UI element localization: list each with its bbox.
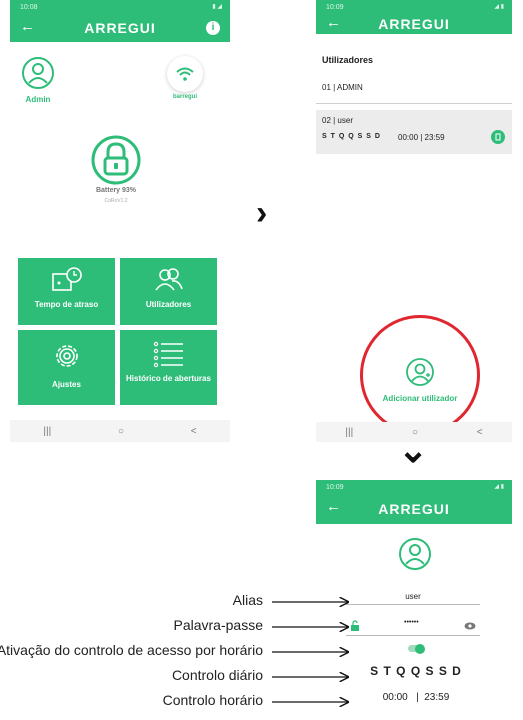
eye-icon[interactable] [464,622,476,630]
timer-icon [52,267,82,291]
users-section-title: Utilizadores [322,55,374,65]
battery-text: Battery 93% [95,187,137,194]
flow-arrow-down: ⌄ [398,429,429,470]
annotation-password: Palavra-passe [173,617,264,633]
tile-users[interactable]: Utilizadores [120,258,217,325]
admin-label: Admin [25,95,51,104]
tile-settings-label: Ajustes [52,380,81,389]
row-divider [316,103,512,104]
back-button[interactable]: < [477,427,483,438]
add-user-label: Adicionar utilizador [382,394,458,403]
add-user-button[interactable]: Adicionar utilizador [368,357,472,403]
lock-open-icon [351,620,359,631]
info-icon[interactable]: i [206,21,220,35]
brand-logo: ARREGUI [378,16,450,32]
back-button[interactable]: < [191,426,197,437]
hours-selector[interactable]: 00:00 | 23:59 [336,692,496,703]
schedule-toggle[interactable] [408,643,425,654]
days-selector[interactable]: S T Q Q S S D [336,664,496,678]
status-time: 10:09 [326,3,344,11]
user-row-label: 01 | ADMIN [322,83,363,92]
alias-field[interactable]: user [346,586,480,605]
firmware-text: CoRoV1.2 [104,198,128,204]
password-field[interactable]: •••••• [346,617,480,636]
status-time: 10:08 [20,3,38,11]
user-row-user[interactable]: 02 | user S T Q Q S S D 00:00 | 23:59 [316,110,512,154]
status-bar: 10:09 ◢ ▮ [316,480,512,494]
lock-icon [91,135,141,185]
back-arrow-icon[interactable]: ← [326,14,341,31]
tile-delay-label: Tempo de atraso [34,300,99,309]
status-bar: 10:08 ▮ ◢ [10,0,230,14]
annotation-schedule-activation: Ativação do controlo de acesso por horár… [0,642,263,658]
brand-logo: ARREGUI [84,20,156,36]
users-icon [155,268,183,291]
android-nav-bar: ||| ○ < [10,420,230,442]
screen-users: 10:09 ◢ ▮ ← ARREGUI Utilizadores 01 | AD… [316,0,512,442]
recent-apps-button[interactable]: ||| [345,427,353,438]
back-arrow-icon[interactable]: ← [20,18,35,35]
app-bar: ← ARREGUI i [10,14,230,42]
user-avatar-icon [399,538,431,570]
list-icon [153,341,183,368]
flow-arrow-right: › [256,194,268,232]
recent-apps-button[interactable]: ||| [43,426,51,437]
tile-delay-time[interactable]: Tempo de atraso [18,258,115,325]
trash-icon [495,133,501,141]
user-row-hours: 00:00 | 23:59 [398,133,445,142]
status-time: 10:09 [326,483,344,491]
app-bar: ← ARREGUI [316,494,512,524]
home-button[interactable]: ○ [118,426,124,437]
gear-icon [56,345,78,367]
user-row-label: 02 | user [322,116,353,125]
tile-settings[interactable]: Ajustes [18,330,115,405]
wifi-button[interactable]: barregui [160,56,210,100]
tile-history-label: Histórico de aberturas [126,374,211,383]
tile-history[interactable]: Histórico de aberturas [120,330,217,405]
annotation-alias: Alias [232,592,263,608]
status-bar: 10:09 ◢ ▮ [316,0,512,14]
screen-home: 10:08 ▮ ◢ ← ARREGUI i Admin barregui Bat… [10,0,230,442]
user-icon [22,57,54,89]
annotation-daily-control: Controlo diário [171,667,263,683]
back-arrow-icon[interactable]: ← [326,498,341,515]
user-row-days: S T Q Q S S D [322,133,381,140]
password-value: •••••• [404,619,419,626]
alias-value: user [405,592,421,601]
screen-user-edit: 10:09 ◢ ▮ ← ARREGUI user •••••• S T Q Q … [316,480,512,716]
user-row-admin[interactable]: 01 | ADMIN [322,83,363,92]
app-bar: ← ARREGUI [316,14,512,34]
tile-users-label: Utilizadores [145,300,192,309]
wifi-label: barregui [172,94,197,100]
annotation-hour-control: Controlo horário [162,692,263,708]
admin-user-button[interactable]: Admin [18,56,58,104]
brand-logo: ARREGUI [378,501,450,517]
add-user-icon [406,358,434,386]
lock-button[interactable] [90,134,142,186]
wifi-icon [176,67,194,81]
delete-user-button[interactable] [491,130,505,144]
